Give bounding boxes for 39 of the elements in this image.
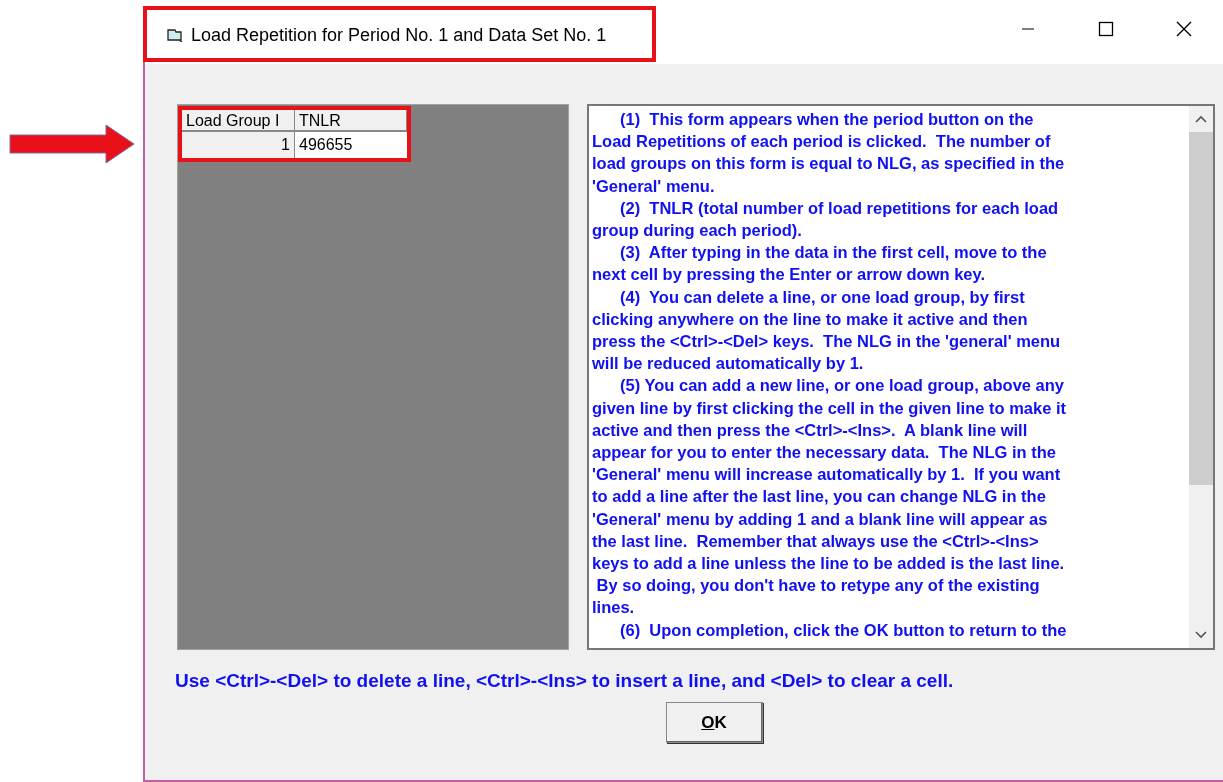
help-text-line: will be reduced automatically by 1.: [592, 353, 865, 375]
help-text-line: (1) This form appears when the period button on the: [619, 109, 1035, 130]
ok-button[interactable]: OK: [665, 702, 763, 743]
help-text-line: 'General' menu by adding 1 and a blank line will appear as: [592, 508, 1049, 530]
help-text-line: keys to add a line unless the line to be added is the last line.: [592, 553, 1066, 575]
window-title: Load Repetition for Period No. 1 and Data Set No. 1: [191, 24, 607, 46]
help-text-line: Load Repetitions of each period is clicked. The number of: [592, 131, 1052, 153]
table-cell[interactable]: 496655: [295, 132, 407, 158]
help-text-line: lines.: [592, 597, 636, 619]
help-text-line: next cell by pressing the Enter or arrow down key.: [592, 264, 987, 286]
help-text-line: By so doing, you don't have to retype any of the existing: [595, 575, 1041, 597]
help-text-line: (3) After typing in the data in the first cell, move to the: [619, 242, 1048, 264]
hint-text: Use <Ctrl>-<Del> to delete a line, <Ctrl>-<Ins> to insert a line, and <Del> to clear a cell.: [174, 669, 955, 692]
help-text-line: clicking anywhere on the line to make it active and then: [592, 308, 1029, 330]
help-text-line: 'General' menu.: [592, 175, 716, 197]
help-text-line: the last line. Remember that always use the <Ctrl>-<Ins>: [592, 530, 1040, 552]
help-text-line: given line by first clicking the cell in the given line to make it: [592, 397, 1068, 419]
help-text-line: active and then press the <Ctrl>-<Ins>. A blank line will: [592, 419, 1029, 441]
scroll-down-icon[interactable]: [1195, 631, 1207, 639]
help-text-line: (4) You can delete a line, or one load group, by first: [619, 286, 1026, 308]
scrollbar-thumb[interactable]: [1189, 132, 1213, 485]
close-icon: [1176, 21, 1192, 37]
help-text-line: (2) TNLR (total number of load repetitions for each load: [619, 197, 1060, 219]
help-text-line: group during each period).: [592, 220, 803, 241]
help-text-line: (6) Upon completion, click the OK button to return to the: [619, 619, 1068, 641]
column-header: Load Group I: [182, 110, 295, 132]
row-header: 1: [182, 132, 295, 158]
help-text-line: 'General' menu will increase automatically by 1. If you want: [592, 464, 1062, 486]
scroll-up-icon[interactable]: [1195, 115, 1207, 123]
column-header: TNLR: [295, 110, 407, 132]
help-text-line: press the <Ctrl>-<Del> keys. The NLG in the 'general' menu: [592, 331, 1062, 353]
help-text-line: (5) You can add a new line, or one load group, above any: [619, 375, 1066, 397]
maximize-icon: [1098, 21, 1114, 37]
help-text-line: to add a line after the last line, you can change NLG in the: [592, 486, 1047, 508]
help-text-line: load groups on this form is equal to NLG, as specified in the: [592, 153, 1066, 175]
window-icon: [167, 28, 183, 42]
help-text-line: appear for you to enter the necessary data. The NLG in the: [592, 442, 1057, 464]
arrow-icon: [8, 123, 136, 165]
scrollbar[interactable]: [1189, 106, 1213, 648]
